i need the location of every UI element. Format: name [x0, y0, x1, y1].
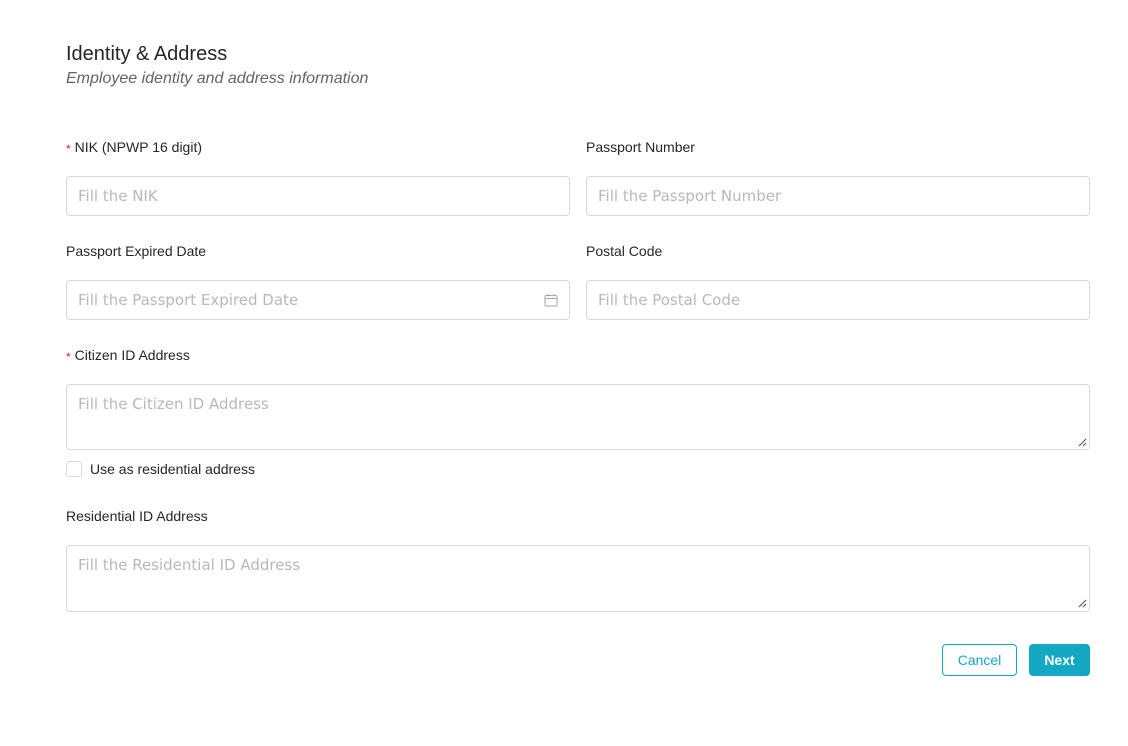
- citizen-id-address-label: * Citizen ID Address: [66, 347, 190, 364]
- nik-label-text: NIK (NPWP 16 digit): [74, 139, 203, 155]
- calendar-icon[interactable]: [544, 293, 558, 307]
- passport-number-input[interactable]: [586, 176, 1090, 216]
- use-as-residential-checkbox[interactable]: [66, 461, 82, 477]
- use-as-residential-checkbox-row[interactable]: Use as residential address: [66, 461, 255, 477]
- page-title: Identity & Address: [66, 43, 228, 65]
- identity-address-form-page: Identity & Address Employee identity and…: [0, 0, 1128, 746]
- resize-handle-icon[interactable]: [1077, 598, 1087, 608]
- passport-number-label: Passport Number: [586, 139, 695, 155]
- required-mark: *: [66, 350, 71, 364]
- nik-input[interactable]: [66, 176, 570, 216]
- resize-handle-icon[interactable]: [1077, 437, 1087, 447]
- citizen-id-address-textarea[interactable]: [66, 384, 1090, 450]
- page-subtitle: Employee identity and address informatio…: [66, 70, 369, 87]
- passport-expired-date-label: Passport Expired Date: [66, 243, 207, 259]
- passport-expired-date-picker[interactable]: [66, 280, 570, 320]
- residential-id-address-textarea[interactable]: [66, 545, 1090, 612]
- citizen-id-address-label-text: Citizen ID Address: [74, 347, 190, 363]
- postal-code-input[interactable]: [586, 280, 1090, 320]
- nik-label: * NIK (NPWP 16 digit): [66, 139, 203, 156]
- next-button[interactable]: Next: [1029, 644, 1090, 676]
- cancel-button[interactable]: Cancel: [942, 644, 1017, 676]
- use-as-residential-label[interactable]: Use as residential address: [90, 461, 255, 477]
- residential-id-address-label: Residential ID Address: [66, 508, 208, 524]
- postal-code-label: Postal Code: [586, 243, 663, 259]
- required-mark: *: [66, 142, 71, 156]
- passport-expired-date-input[interactable]: [66, 280, 570, 320]
